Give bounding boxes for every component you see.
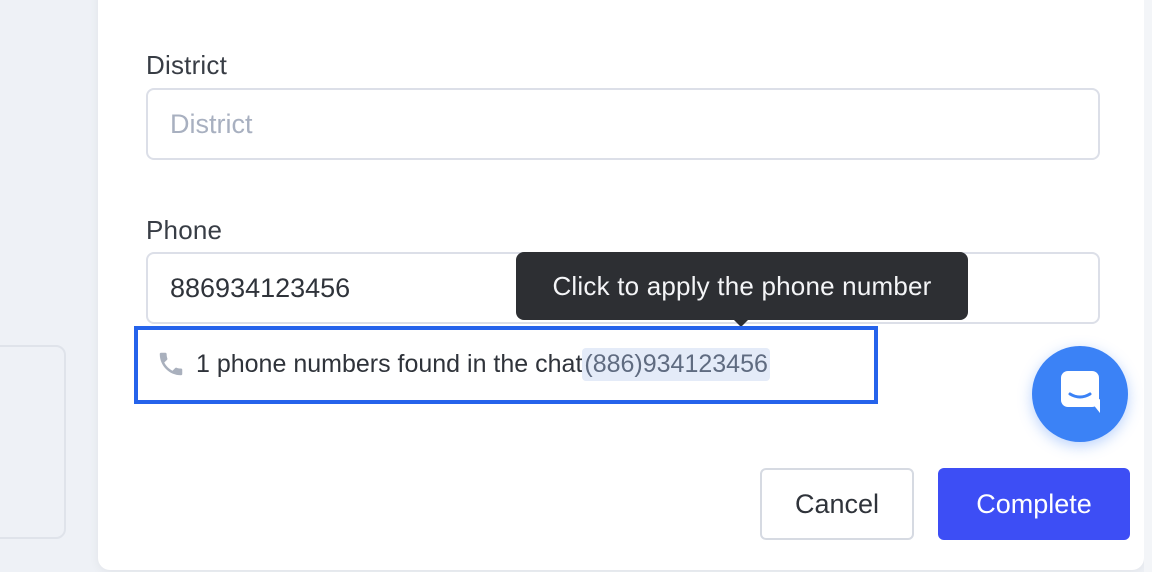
phone-suggestion-text: 1 phone numbers found in the chat	[196, 349, 583, 378]
phone-input-value: 886934123456	[170, 272, 351, 303]
panel-scroll-gutter	[1144, 0, 1152, 572]
district-placeholder: District	[170, 108, 253, 139]
district-label: District	[146, 50, 228, 80]
apply-phone-tooltip: Click to apply the phone number	[516, 252, 968, 320]
complete-button[interactable]: Complete	[938, 468, 1130, 540]
suggested-phone-number[interactable]: (886)934123456	[582, 347, 770, 381]
chat-widget-icon	[1056, 367, 1104, 422]
district-input[interactable]: District	[146, 88, 1100, 160]
cancel-button[interactable]: Cancel	[760, 468, 914, 540]
screen: District District Phone 886934123456 Cli…	[0, 0, 1152, 572]
phone-suggestion-row: 1 phone numbers found in the chat (886)9…	[156, 344, 770, 384]
phone-label: Phone	[146, 215, 223, 245]
phone-icon	[156, 349, 186, 379]
chat-widget-button[interactable]	[1032, 346, 1128, 442]
background-card	[0, 345, 66, 539]
